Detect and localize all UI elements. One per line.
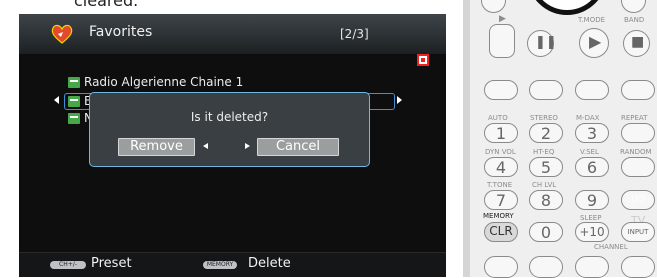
hteq-label: HT-EQ — [533, 148, 555, 156]
repeat-button[interactable] — [621, 123, 655, 143]
key-9-label: 9 — [586, 191, 598, 210]
remove-button[interactable]: Remove — [118, 138, 195, 156]
page-title: Favorites — [89, 24, 153, 40]
station-icon — [68, 113, 80, 124]
remote-button[interactable] — [529, 256, 563, 278]
key-8-label: 8 — [540, 191, 552, 210]
ttone-label: T.TONE — [487, 181, 513, 189]
ipod-button[interactable] — [489, 24, 515, 58]
pause-icon: ❚❚ — [535, 35, 557, 50]
ch-key-icon: CH+/- — [50, 261, 86, 269]
auto-label: AUTO — [488, 114, 508, 122]
dynvol-label: DYN VOL — [485, 148, 516, 156]
power-label: I/⏻ — [630, 194, 646, 205]
fast-forward-button[interactable] — [621, 80, 655, 100]
key-1-label: 1 — [495, 124, 507, 143]
skip-forward-button[interactable] — [529, 80, 563, 100]
remote-edge — [463, 0, 470, 277]
tmode-label: T.MODE — [578, 16, 606, 24]
chlvl-label: CH LVL — [532, 181, 557, 189]
input-label: INPUT — [627, 228, 649, 236]
skip-back-button[interactable] — [484, 80, 518, 100]
cancel-button[interactable]: Cancel — [257, 138, 339, 156]
sleep-label: SLEEP — [580, 214, 602, 222]
key-5-label: 5 — [540, 158, 552, 177]
dialog-message: Is it deleted? — [190, 110, 269, 124]
random-label: RANDOM — [620, 148, 652, 156]
page-indicator: [2/3] — [340, 27, 369, 41]
tv-screen: Favorites [2/3] Radio Algerienne Chaine … — [19, 14, 446, 277]
remote-button[interactable] — [484, 256, 518, 278]
station-icon — [68, 96, 80, 107]
key-4-label: 4 — [495, 158, 507, 177]
clr-label: CLR — [489, 224, 513, 238]
channel-up-button[interactable] — [621, 256, 655, 278]
key-6-label: 6 — [586, 158, 598, 177]
stop-marker-icon — [417, 54, 429, 66]
rewind-button[interactable] — [575, 80, 609, 100]
key-plus10-label: +10 — [579, 225, 605, 239]
play-icon: ▶ — [499, 14, 506, 24]
vsel-label: V.SEL — [580, 148, 599, 156]
stop-icon: ■ — [631, 34, 645, 50]
list-item-label: Radio Algerienne Chaine 1 — [84, 75, 244, 89]
memory-key-icon: MEMORY — [203, 261, 237, 269]
random-button[interactable] — [621, 157, 655, 177]
station-icon — [68, 77, 80, 88]
left-arrow-icon — [203, 143, 208, 149]
channel-label: CHANNEL — [594, 243, 628, 251]
key-0-label: 0 — [540, 223, 552, 242]
key-3-label: 3 — [586, 124, 598, 143]
list-item[interactable]: Radio Algerienne Chaine 1 — [68, 75, 398, 91]
preset-hint: Preset — [91, 256, 132, 271]
favorites-header: Favorites [2/3] — [19, 14, 446, 54]
right-arrow-icon — [245, 143, 250, 149]
left-arrow-icon[interactable] — [54, 96, 59, 104]
caption-text: cleared. — [74, 0, 139, 10]
stereo-label: STEREO — [530, 114, 558, 122]
heart-icon — [51, 24, 73, 44]
delete-confirm-dialog: Is it deleted? Remove Cancel — [89, 92, 370, 167]
memory-label: MEMORY — [483, 212, 514, 220]
play-icon: ▶ — [589, 32, 602, 51]
delete-hint: Delete — [248, 256, 291, 271]
band-label: BAND — [624, 16, 645, 24]
key-2-label: 2 — [540, 124, 552, 143]
repeat-label: REPEAT — [621, 114, 648, 122]
key-guide-footer: CH+/- Preset MEMORY Delete — [19, 252, 446, 277]
key-7-label: 7 — [495, 191, 507, 210]
channel-down-button[interactable] — [575, 256, 609, 278]
mdax-label: M-DAX — [576, 114, 600, 122]
